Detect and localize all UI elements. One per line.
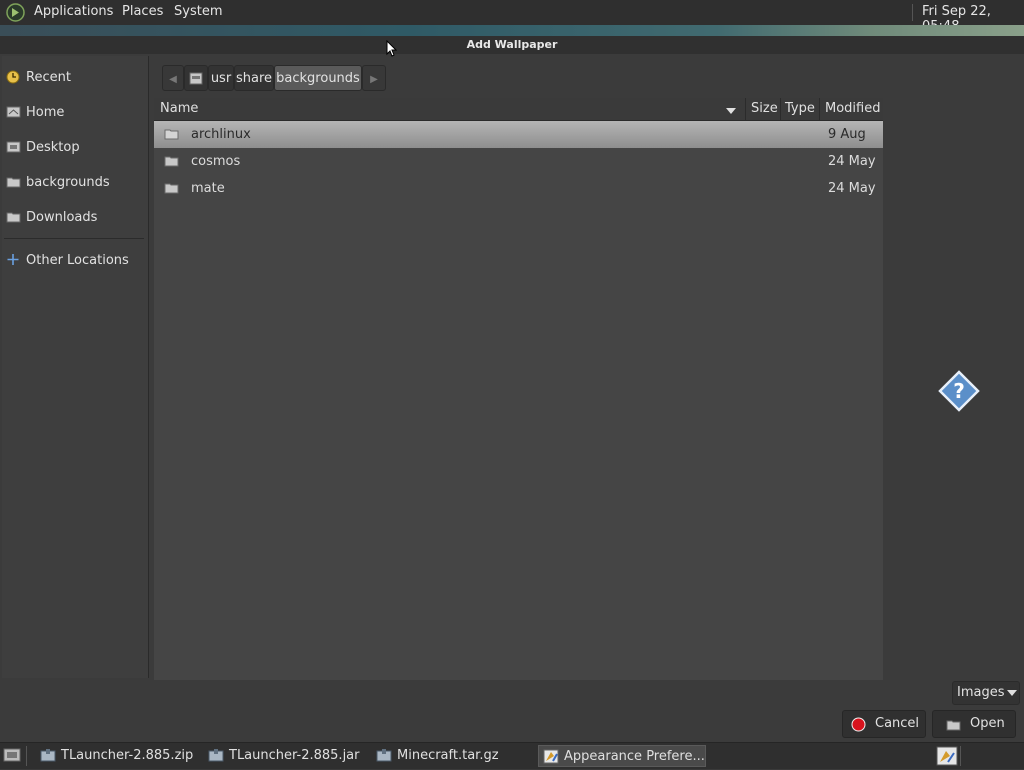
svg-text:?: ? bbox=[953, 379, 965, 403]
cancel-icon bbox=[851, 717, 866, 736]
cancel-button[interactable]: Cancel bbox=[842, 710, 926, 738]
file-type-filter[interactable]: Images bbox=[952, 681, 1020, 705]
file-row[interactable]: archlinux 9 Aug bbox=[154, 121, 883, 148]
file-name: mate bbox=[191, 181, 225, 196]
home-icon bbox=[6, 105, 21, 118]
file-name: cosmos bbox=[191, 154, 241, 169]
open-button[interactable]: Open bbox=[932, 710, 1016, 738]
path-segment-share[interactable]: share bbox=[234, 65, 274, 91]
sidebar-item-other-locations[interactable]: Other Locations bbox=[2, 246, 148, 276]
show-desktop-icon[interactable] bbox=[3, 747, 21, 767]
chevron-right-icon: ▶ bbox=[370, 74, 378, 85]
sidebar-separator bbox=[4, 238, 144, 239]
folder-icon bbox=[164, 155, 179, 167]
system-menu[interactable]: System bbox=[174, 4, 222, 19]
path-scroll-left-button[interactable]: ◀ bbox=[162, 65, 184, 91]
taskbar-item-appearance-preferences[interactable]: Appearance Prefere... bbox=[538, 745, 706, 767]
archive-icon bbox=[208, 748, 224, 763]
sidebar-item-recent[interactable]: Recent bbox=[2, 63, 148, 93]
sidebar-item-label: Recent bbox=[26, 70, 71, 85]
column-separator bbox=[780, 98, 781, 120]
window-titlebar[interactable]: Add Wallpaper bbox=[0, 36, 1024, 55]
sort-down-icon[interactable] bbox=[726, 104, 736, 119]
chevron-left-icon: ◀ bbox=[169, 74, 177, 85]
file-name: archlinux bbox=[191, 127, 251, 142]
question-icon: ? bbox=[938, 370, 980, 412]
cancel-label: Cancel bbox=[875, 716, 920, 731]
folder-icon bbox=[6, 175, 21, 188]
folder-icon bbox=[6, 210, 21, 223]
folder-icon bbox=[164, 128, 179, 140]
path-segment-backgrounds[interactable]: backgrounds bbox=[274, 65, 362, 91]
taskbar-divider bbox=[960, 746, 961, 766]
archive-icon bbox=[40, 748, 56, 763]
file-modified: 24 May bbox=[828, 154, 876, 169]
open-label: Open bbox=[970, 716, 1005, 731]
appearance-icon bbox=[543, 749, 559, 764]
mate-logo-icon[interactable] bbox=[6, 3, 25, 22]
desktop-icon bbox=[6, 140, 21, 153]
sidebar-item-label: Home bbox=[26, 105, 65, 120]
desktop-background-strip bbox=[0, 25, 1024, 36]
file-modified: 24 May bbox=[828, 181, 876, 196]
taskbar-item-label: Minecraft.tar.gz bbox=[397, 748, 499, 763]
path-root-button[interactable] bbox=[184, 65, 208, 91]
taskbar-item-label: TLauncher-2.885.jar bbox=[229, 748, 360, 763]
column-separator bbox=[819, 98, 820, 120]
file-modified: 9 Aug bbox=[828, 127, 866, 142]
column-name[interactable]: Name bbox=[160, 101, 198, 116]
filter-label: Images bbox=[957, 685, 1005, 700]
column-type[interactable]: Type bbox=[785, 101, 815, 116]
top-panel: Applications Places System Fri Sep 22, 0… bbox=[0, 0, 1024, 34]
file-row[interactable]: mate 24 May bbox=[154, 175, 883, 202]
sidebar-item-home[interactable]: Home bbox=[2, 98, 148, 128]
sidebar-item-backgrounds[interactable]: backgrounds bbox=[2, 168, 148, 198]
window-title: Add Wallpaper bbox=[466, 38, 558, 51]
path-segment-usr[interactable]: usr bbox=[208, 65, 234, 91]
taskbar-item-minecraft-tar[interactable]: Minecraft.tar.gz bbox=[372, 745, 532, 767]
workspace-switcher-icon[interactable] bbox=[936, 746, 958, 770]
places-menu[interactable]: Places bbox=[122, 4, 163, 19]
column-modified[interactable]: Modified bbox=[825, 101, 880, 116]
taskbar-item-tlauncher-zip[interactable]: TLauncher-2.885.zip bbox=[36, 745, 196, 767]
folder-icon bbox=[164, 182, 179, 194]
plus-icon bbox=[6, 253, 21, 266]
bottom-taskbar: TLauncher-2.885.zip TLauncher-2.885.jar … bbox=[0, 742, 1024, 769]
applications-menu[interactable]: Applications bbox=[34, 4, 113, 19]
path-scroll-right-button[interactable]: ▶ bbox=[362, 65, 386, 91]
sidebar-item-label: Downloads bbox=[26, 210, 98, 225]
file-row[interactable]: cosmos 24 May bbox=[154, 148, 883, 175]
archive-icon bbox=[376, 748, 392, 763]
drive-icon bbox=[189, 72, 203, 85]
sidebar-item-label: Desktop bbox=[26, 140, 80, 155]
folder-open-icon bbox=[946, 718, 961, 735]
column-separator bbox=[745, 98, 746, 120]
clock-icon bbox=[6, 70, 21, 84]
column-header: Name Size Type Modified bbox=[154, 98, 883, 121]
taskbar-item-label: Appearance Prefere... bbox=[564, 749, 705, 764]
taskbar-item-tlauncher-jar[interactable]: TLauncher-2.885.jar bbox=[204, 745, 368, 767]
sidebar-item-label: Other Locations bbox=[26, 253, 129, 268]
panel-divider bbox=[912, 4, 913, 21]
chevron-down-icon bbox=[1007, 690, 1017, 696]
taskbar-item-label: TLauncher-2.885.zip bbox=[61, 748, 194, 763]
places-sidebar: Recent Home Desktop backgrounds Download… bbox=[2, 56, 149, 678]
sidebar-item-label: backgrounds bbox=[26, 175, 110, 190]
taskbar-divider bbox=[26, 746, 27, 766]
sidebar-item-downloads[interactable]: Downloads bbox=[2, 203, 148, 233]
mouse-cursor-icon bbox=[386, 39, 398, 61]
column-size[interactable]: Size bbox=[751, 101, 778, 116]
path-bar: ◀ usr share backgrounds ▶ bbox=[158, 60, 388, 92]
sidebar-item-desktop[interactable]: Desktop bbox=[2, 133, 148, 163]
